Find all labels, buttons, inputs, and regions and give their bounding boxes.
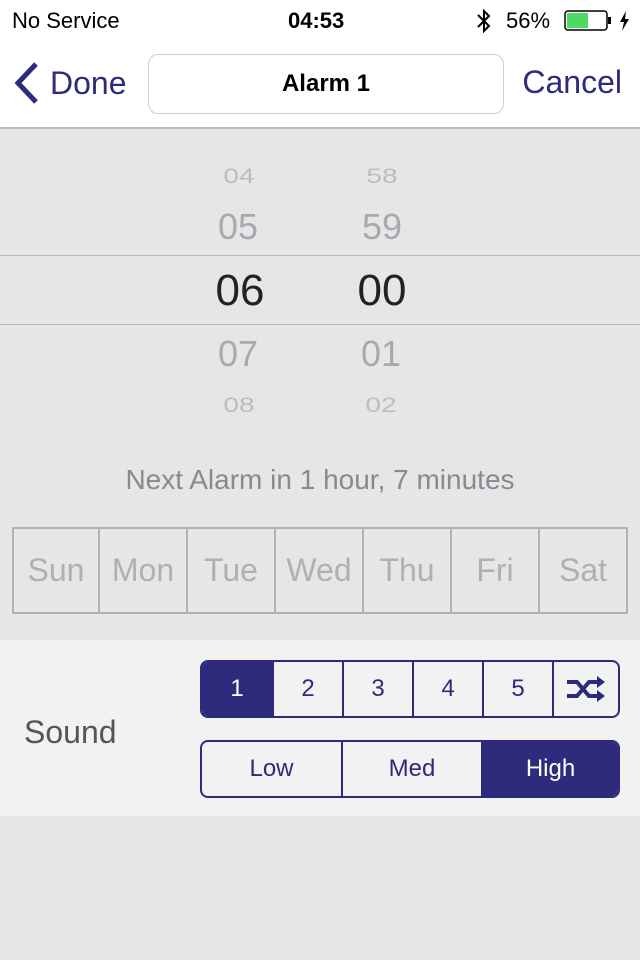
day-thu[interactable]: Thu bbox=[364, 527, 452, 614]
volume-low-button[interactable]: Low bbox=[202, 742, 341, 796]
cancel-button[interactable]: Cancel bbox=[522, 64, 622, 101]
bluetooth-icon bbox=[474, 8, 494, 40]
chevron-left-icon bbox=[14, 62, 38, 104]
track-4-button[interactable]: 4 bbox=[412, 662, 482, 716]
status-bar: No Service 04:53 56% bbox=[0, 0, 640, 40]
time-picker[interactable]: 04 05 06 07 08 58 59 00 01 02 bbox=[0, 130, 640, 440]
day-mon[interactable]: Mon bbox=[100, 527, 188, 614]
track-5-button[interactable]: 5 bbox=[482, 662, 552, 716]
day-fri[interactable]: Fri bbox=[452, 527, 540, 614]
volume-med-button[interactable]: Med bbox=[341, 742, 481, 796]
shuffle-icon bbox=[567, 676, 605, 702]
navigation-bar: Done Alarm 1 Cancel bbox=[0, 40, 640, 129]
minute-option[interactable]: 58 bbox=[366, 164, 397, 188]
alarm-name-field[interactable]: Alarm 1 bbox=[148, 54, 504, 114]
day-sat[interactable]: Sat bbox=[540, 527, 628, 614]
shuffle-button[interactable] bbox=[552, 662, 618, 716]
next-alarm-text: Next Alarm in 1 hour, 7 minutes bbox=[125, 464, 515, 495]
hour-selected[interactable]: 06 bbox=[216, 266, 265, 316]
hour-option[interactable]: 05 bbox=[218, 206, 258, 248]
track-selector: 1 2 3 4 5 bbox=[200, 660, 620, 718]
carrier: No Service bbox=[12, 8, 120, 33]
picker-selection-band bbox=[0, 255, 640, 325]
day-wed[interactable]: Wed bbox=[276, 527, 364, 614]
charging-icon bbox=[618, 10, 630, 38]
hour-option[interactable]: 07 bbox=[218, 333, 258, 375]
done-button[interactable]: Done bbox=[14, 62, 127, 104]
minute-option[interactable]: 59 bbox=[362, 206, 402, 248]
hour-option[interactable]: 04 bbox=[223, 164, 254, 188]
track-1-button[interactable]: 1 bbox=[202, 662, 272, 716]
hour-option[interactable]: 08 bbox=[223, 393, 254, 417]
minute-option[interactable]: 02 bbox=[365, 393, 396, 417]
sound-section: Sound 1 2 3 4 5 Low Med High bbox=[0, 640, 640, 816]
battery-icon bbox=[564, 10, 614, 38]
clock: 04:53 bbox=[288, 8, 345, 33]
sound-label: Sound bbox=[24, 714, 117, 750]
track-3-button[interactable]: 3 bbox=[342, 662, 412, 716]
volume-selector: Low Med High bbox=[200, 740, 620, 798]
minute-selected[interactable]: 00 bbox=[358, 266, 407, 316]
minute-option[interactable]: 01 bbox=[361, 333, 401, 375]
day-tue[interactable]: Tue bbox=[188, 527, 276, 614]
done-label: Done bbox=[50, 64, 127, 101]
track-2-button[interactable]: 2 bbox=[272, 662, 342, 716]
battery-percent: 56% bbox=[506, 8, 551, 33]
weekday-selector: Sun Mon Tue Wed Thu Fri Sat bbox=[12, 527, 628, 614]
day-sun[interactable]: Sun bbox=[12, 527, 100, 614]
volume-high-button[interactable]: High bbox=[481, 742, 618, 796]
